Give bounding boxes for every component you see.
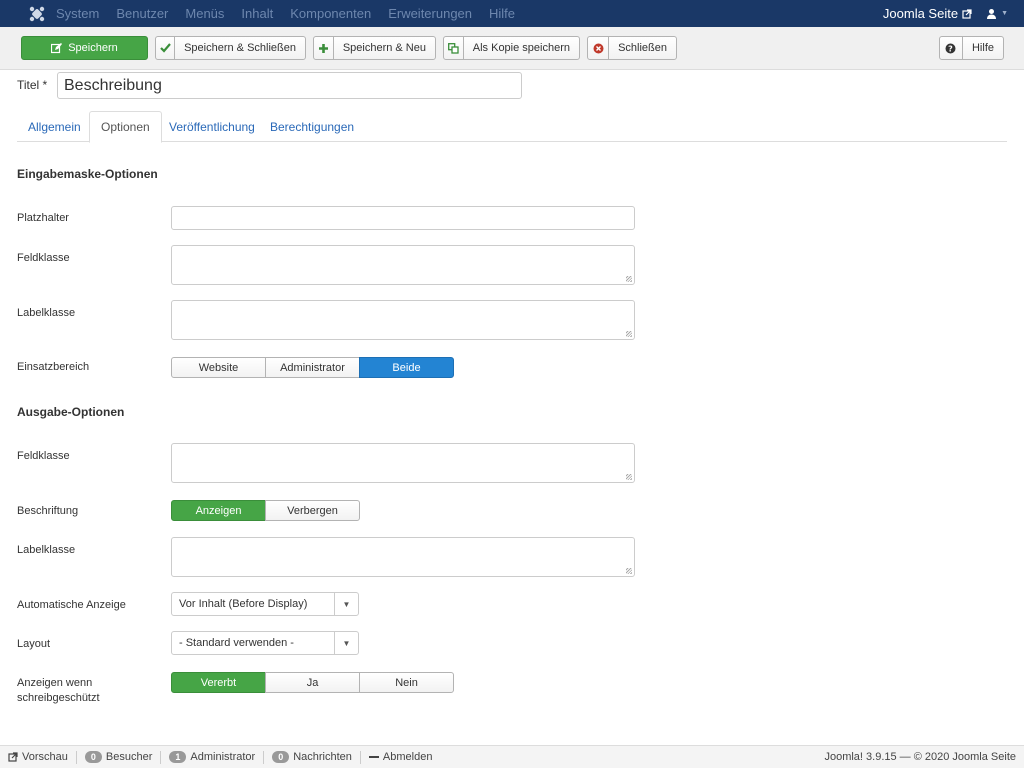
resize-grip[interactable] [626, 474, 632, 480]
help-icon: ? [940, 37, 963, 59]
user-menu[interactable]: ▼ [986, 8, 1008, 19]
menu-users[interactable]: Benutzer [116, 6, 168, 21]
tab-publishing[interactable]: Veröffentlichung [158, 111, 266, 142]
check-icon [156, 37, 176, 59]
menu-system[interactable]: System [56, 6, 99, 21]
autodisplay-select[interactable]: Vor Inhalt (Before Display) ▼ [171, 592, 359, 616]
output-fieldclass-textarea[interactable] [171, 443, 635, 483]
admins-label: Administrator [190, 751, 256, 763]
preview-link[interactable]: Vorschau [0, 750, 77, 764]
caption-hide-option[interactable]: Verbergen [265, 500, 360, 521]
title-label: Titel * [17, 78, 48, 92]
external-link-icon [962, 8, 972, 19]
site-link-label: Joomla Seite [882, 6, 959, 21]
save-copy-button[interactable]: Als Kopie speichern [443, 36, 580, 60]
menu-help[interactable]: Hilfe [489, 6, 515, 21]
output-labelclass-textarea[interactable] [171, 537, 635, 577]
admins-status: 1 Administrator [161, 750, 265, 764]
tab-permissions[interactable]: Berechtigungen [259, 111, 365, 142]
autodisplay-value: Vor Inhalt (Before Display) [179, 598, 308, 610]
messages-status[interactable]: 0 Nachrichten [264, 750, 361, 764]
scope-website-option[interactable]: Website [171, 357, 266, 378]
resize-grip[interactable] [626, 568, 632, 574]
menu-menus[interactable]: Menüs [185, 6, 224, 21]
save-button[interactable]: Speichern [21, 36, 148, 60]
placeholder-label: Platzhalter [17, 212, 69, 224]
input-fieldclass-textarea[interactable] [171, 245, 635, 285]
menu-components[interactable]: Komponenten [290, 6, 371, 21]
plus-icon [314, 37, 334, 59]
scope-label: Einsatzbereich [17, 361, 90, 373]
input-labelclass-label: Labelklasse [17, 307, 76, 319]
user-icon [987, 9, 997, 19]
save-close-label: Speichern & Schließen [184, 42, 296, 54]
output-options-heading: Ausgabe-Optionen [17, 405, 125, 419]
status-bar: Vorschau 0 Besucher 1 Administrator 0 Na… [0, 745, 1024, 768]
scope-both-option[interactable]: Beide [359, 357, 454, 378]
admins-badge: 1 [169, 751, 187, 763]
save-button-label: Speichern [68, 42, 118, 54]
title-input[interactable]: Beschreibung [57, 72, 522, 99]
input-options-heading: Eingabemaske-Optionen [17, 167, 158, 181]
messages-label: Nachrichten [293, 751, 352, 763]
output-labelclass-label: Labelklasse [17, 544, 76, 556]
visitors-badge: 0 [84, 751, 102, 763]
input-labelclass-textarea[interactable] [171, 300, 635, 340]
toolbar: Speichern Speichern & Schließen Speicher… [0, 27, 1024, 70]
save-new-label: Speichern & Neu [342, 42, 426, 54]
tab-options[interactable]: Optionen [89, 111, 162, 143]
scope-button-group: Website Administrator Beide [171, 357, 454, 378]
readonly-inherit-option[interactable]: Vererbt [171, 672, 266, 693]
external-link-icon [8, 752, 18, 762]
caret-down-icon: ▼ [1001, 10, 1008, 17]
edit-icon [51, 42, 63, 53]
menu-content[interactable]: Inhalt [241, 6, 273, 21]
caret-down-icon: ▼ [334, 593, 358, 615]
caret-down-icon: ▼ [334, 632, 358, 654]
output-fieldclass-label: Feldklasse [17, 450, 70, 462]
menu-extensions[interactable]: Erweiterungen [388, 6, 472, 21]
logout-label: Abmelden [382, 751, 433, 763]
copyright-text: Joomla! 3.9.15 — © 2020 Joomla Seite [824, 751, 1016, 763]
site-link[interactable]: Joomla Seite [883, 6, 972, 21]
caption-button-group: Anzeigen Verbergen [171, 500, 360, 521]
resize-grip[interactable] [626, 331, 632, 337]
save-close-button[interactable]: Speichern & Schließen [155, 36, 306, 60]
caption-label: Beschriftung [17, 505, 79, 517]
top-navbar: System Benutzer Menüs Inhalt Komponenten… [0, 0, 1024, 27]
layout-label: Layout [17, 638, 51, 650]
layout-select[interactable]: - Standard verwenden - ▼ [171, 631, 359, 655]
close-button[interactable]: Schließen [587, 36, 677, 60]
readonly-no-option[interactable]: Nein [359, 672, 454, 693]
readonly-label: Anzeigen wenn schreibgeschützt [17, 677, 100, 704]
autodisplay-label: Automatische Anzeige [17, 599, 126, 611]
save-new-button[interactable]: Speichern & Neu [313, 36, 436, 60]
readonly-yes-option[interactable]: Ja [265, 672, 360, 693]
scope-administrator-option[interactable]: Administrator [265, 357, 360, 378]
svg-text:?: ? [949, 44, 954, 53]
preview-label: Vorschau [22, 751, 68, 763]
joomla-logo-icon[interactable] [22, 0, 52, 27]
help-button[interactable]: ? Hilfe [939, 36, 1004, 60]
close-label: Schließen [618, 42, 667, 54]
visitors-label: Besucher [105, 751, 153, 763]
readonly-button-group: Vererbt Ja Nein [171, 672, 454, 693]
minus-icon [368, 756, 379, 758]
close-icon [588, 37, 610, 59]
help-label: Hilfe [971, 42, 994, 54]
placeholder-input[interactable] [171, 206, 635, 230]
caption-show-option[interactable]: Anzeigen [171, 500, 266, 521]
copy-icon [444, 37, 464, 59]
layout-value: - Standard verwenden - [179, 637, 294, 649]
tab-general[interactable]: Allgemein [17, 111, 92, 142]
messages-badge: 0 [272, 751, 290, 763]
save-copy-label: Als Kopie speichern [472, 42, 570, 54]
logout-link[interactable]: Abmelden [361, 751, 441, 764]
tab-bar: Allgemein Optionen Veröffentlichung Bere… [17, 111, 1007, 143]
visitors-status: 0 Besucher [77, 750, 162, 764]
input-fieldclass-label: Feldklasse [17, 252, 70, 264]
title-value: Beschreibung [64, 76, 162, 94]
resize-grip[interactable] [626, 276, 632, 282]
